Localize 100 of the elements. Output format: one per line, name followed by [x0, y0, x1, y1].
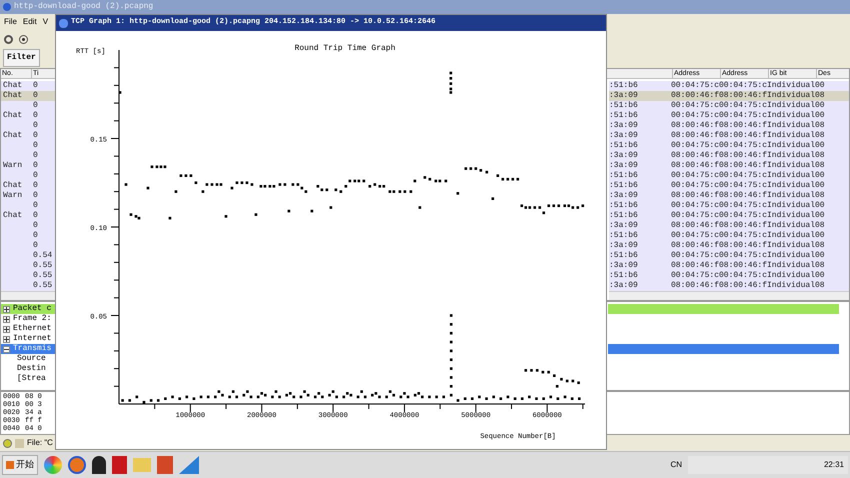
packet-row[interactable]: :3a:09 08:00:46:f08:00:46:fIndividual08: [609, 161, 849, 171]
packet-row[interactable]: 0: [1, 201, 55, 211]
packet-row[interactable]: Chat 0: [1, 91, 55, 101]
detail-row[interactable]: Transmis: [1, 344, 55, 354]
capture-options-icon[interactable]: [19, 34, 28, 44]
packet-row[interactable]: 0: [1, 171, 55, 181]
packet-row[interactable]: :51:b6 00:04:75:c00:04:75:cIndividual00: [609, 251, 849, 261]
data-point: [450, 350, 452, 352]
packet-row[interactable]: :3a:09 08:00:46:f08:00:46:fIndividual08: [609, 281, 849, 291]
packet-row[interactable]: 0: [1, 101, 55, 111]
table-cell: Individual: [767, 91, 816, 100]
packet-row[interactable]: 0: [1, 241, 55, 251]
packet-row[interactable]: :3a:09 08:00:46:f08:00:46:fIndividual08: [609, 121, 849, 131]
packet-row[interactable]: :3a:09 08:00:46:f08:00:46:fIndividual08: [609, 241, 849, 251]
data-point: [418, 206, 422, 209]
language-indicator[interactable]: CN: [670, 459, 682, 471]
table-cell: Individual: [767, 171, 816, 180]
packet-row[interactable]: 0.55: [1, 281, 55, 291]
data-point: [572, 380, 574, 382]
detail-row[interactable]: Ethernet: [1, 324, 55, 334]
detail-row[interactable]: Packet c: [1, 304, 55, 314]
table-cell: 0.55: [33, 271, 52, 280]
packet-row[interactable]: :51:b6 00:04:75:c00:04:75:cIndividual00: [609, 171, 849, 181]
interface-icon[interactable]: [4, 34, 13, 44]
packet-row[interactable]: Warn 0: [1, 191, 55, 201]
start-button[interactable]: 开始: [2, 455, 38, 475]
table-cell: Individual: [767, 141, 816, 150]
packet-row[interactable]: :3a:09 08:00:46:f08:00:46:fIndividual08: [609, 261, 849, 271]
packet-row[interactable]: :3a:09 08:00:46:f08:00:46:fIndividual08: [609, 151, 849, 161]
table-cell: Chat: [3, 111, 22, 120]
detail-label: [Strea: [17, 374, 46, 384]
packet-row[interactable]: :3a:09 08:00:46:f08:00:46:fIndividual08: [609, 91, 849, 101]
horizontal-scrollbar[interactable]: [609, 291, 849, 300]
packet-row[interactable]: 0: [1, 141, 55, 151]
expand-icon[interactable]: [3, 306, 10, 312]
table-cell: 0: [33, 141, 38, 150]
packet-row[interactable]: 0: [1, 231, 55, 241]
clock[interactable]: 22:31: [824, 459, 844, 471]
packet-row[interactable]: 0.55: [1, 271, 55, 281]
packet-row[interactable]: :3a:09 08:00:46:f08:00:46:fIndividual08: [609, 191, 849, 201]
data-point: [214, 396, 217, 398]
packet-row[interactable]: 0: [1, 121, 55, 131]
packet-row[interactable]: :51:b6 00:04:75:c00:04:75:cIndividual00: [609, 141, 849, 151]
packet-row[interactable]: 0.54: [1, 251, 55, 261]
detail-row[interactable]: Source: [1, 354, 55, 364]
table-cell: 00: [815, 111, 825, 120]
packet-row[interactable]: :51:b6 00:04:75:c00:04:75:cIndividual00: [609, 101, 849, 111]
packet-row[interactable]: Chat 0: [1, 211, 55, 221]
data-point: [542, 212, 546, 214]
data-point: [240, 181, 244, 184]
data-point: [450, 376, 452, 379]
table-cell: Individual: [767, 101, 816, 110]
packet-row[interactable]: Chat 0: [1, 181, 55, 191]
table-cell: 08: [815, 221, 825, 230]
packet-row[interactable]: :51:b6 00:04:75:c00:04:75:cIndividual00: [609, 181, 849, 191]
data-point: [300, 396, 302, 398]
packet-row[interactable]: :51:b6 00:04:75:c00:04:75:cIndividual00: [609, 211, 849, 221]
expand-icon[interactable]: [3, 316, 10, 322]
packet-row[interactable]: 0: [1, 151, 55, 161]
data-point: [464, 397, 466, 400]
menu-item[interactable]: V: [42, 16, 48, 28]
detail-label: Source: [17, 354, 46, 364]
packet-row[interactable]: :3a:09 08:00:46:f08:00:46:fIndividual08: [609, 131, 849, 141]
detail-row[interactable]: [Strea: [1, 374, 55, 384]
packet-row[interactable]: Chat 0: [1, 131, 55, 141]
status-icon[interactable]: [3, 438, 12, 448]
detail-row[interactable]: Frame 2:: [1, 314, 55, 324]
table-cell: :3a:09: [609, 151, 638, 160]
menu-item[interactable]: File: [4, 16, 17, 28]
table-cell: 0.55: [33, 281, 52, 290]
expand-icon[interactable]: [3, 336, 10, 342]
packet-row[interactable]: 0: [1, 221, 55, 231]
packet-row[interactable]: :3a:09 08:00:46:f08:00:46:fIndividual08: [609, 221, 849, 231]
packet-row[interactable]: :51:b6 00:04:75:c00:04:75:cIndividual00: [609, 271, 849, 281]
horizontal-scrollbar[interactable]: [1, 291, 55, 300]
data-point: [511, 178, 514, 180]
collapse-icon[interactable]: [3, 346, 10, 352]
data-point: [578, 397, 581, 400]
packet-row[interactable]: :51:b6 00:04:75:c00:04:75:cIndividual00: [609, 81, 849, 91]
expand-icon[interactable]: [3, 326, 10, 332]
packet-row[interactable]: 0.55: [1, 261, 55, 271]
packet-row[interactable]: :51:b6 00:04:75:c00:04:75:cIndividual00: [609, 201, 849, 211]
data-point: [506, 396, 510, 398]
detail-row[interactable]: Internet: [1, 334, 55, 344]
table-cell: Individual: [767, 131, 816, 140]
data-point: [524, 369, 528, 372]
packet-row[interactable]: :51:b6 00:04:75:c00:04:75:cIndividual00: [609, 111, 849, 121]
table-cell: 00: [815, 211, 825, 220]
table-cell: Individual: [767, 251, 816, 260]
packet-row[interactable]: :51:b6 00:04:75:c00:04:75:cIndividual00: [609, 231, 849, 241]
detail-row[interactable]: Destin: [1, 364, 55, 374]
filter-label: Filter: [3, 49, 40, 67]
packet-row[interactable]: Chat 0: [1, 81, 55, 91]
packet-row[interactable]: Warn 0: [1, 161, 55, 171]
packet-row[interactable]: Chat 0: [1, 111, 55, 121]
data-point: [520, 397, 524, 400]
menu-item[interactable]: Edit: [22, 16, 37, 28]
table-cell: 00:04:75:c: [719, 141, 768, 150]
data-point: [456, 192, 460, 195]
table-cell: Individual: [767, 221, 816, 230]
